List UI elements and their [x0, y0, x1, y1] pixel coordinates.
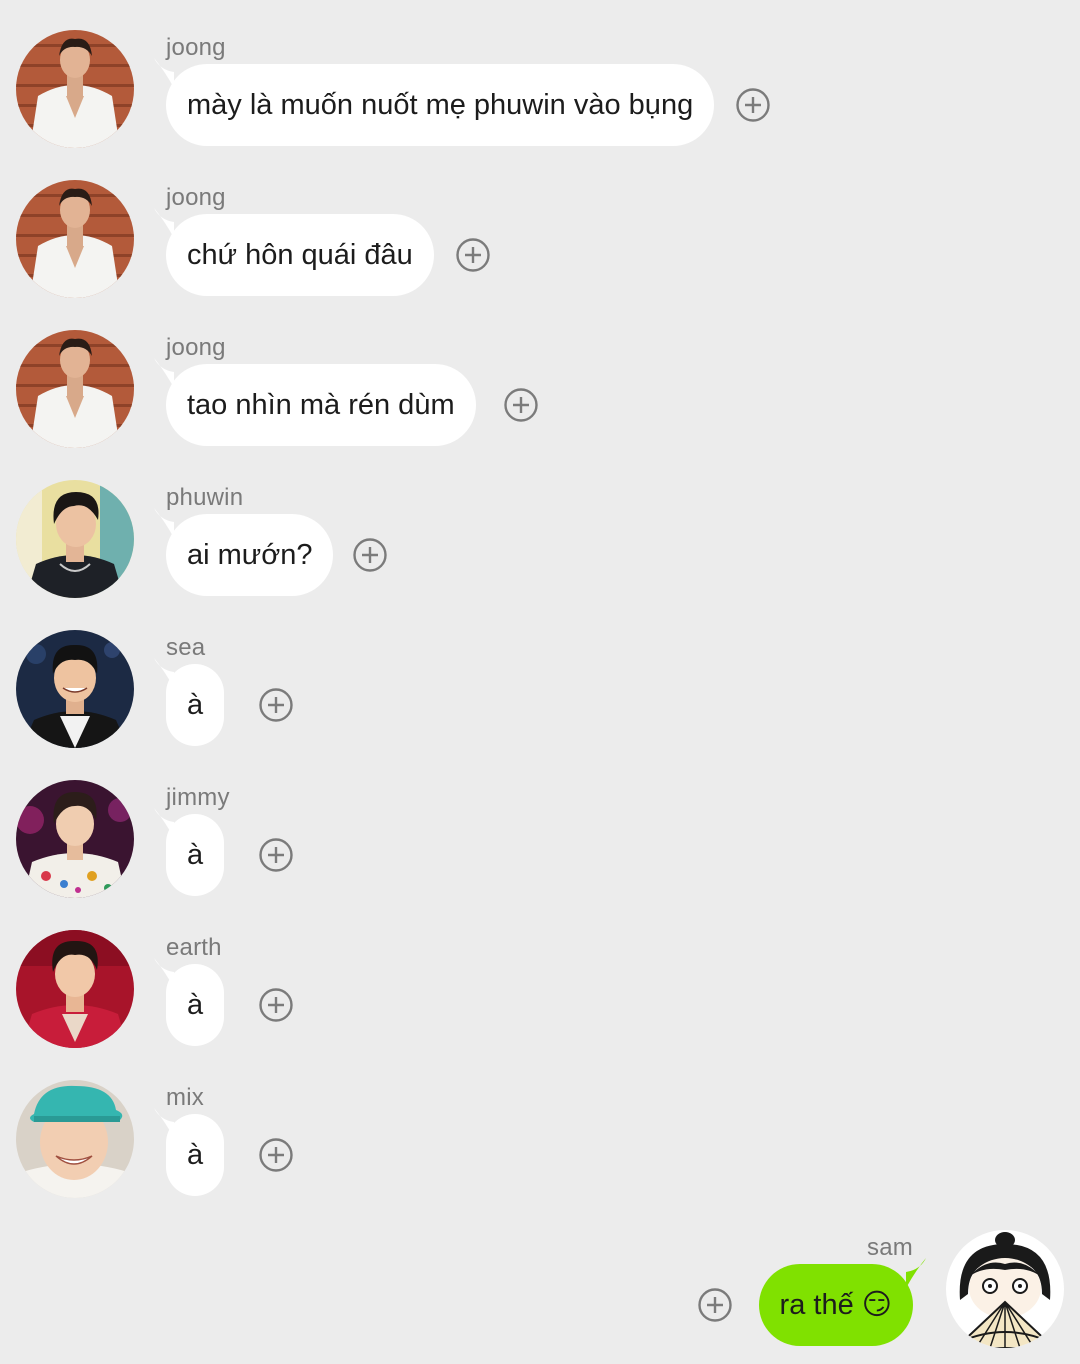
message-row: sea à — [0, 600, 1080, 750]
message-row: phuwin ai mướn? — [0, 450, 1080, 600]
own-message-row: sam ra thế 😏 — [0, 1200, 1080, 1350]
add-reaction-icon[interactable] — [259, 838, 293, 872]
message-row: mix à — [0, 1050, 1080, 1200]
sender-name: joong — [166, 34, 226, 61]
avatar-jimmy[interactable] — [16, 780, 134, 898]
add-reaction-icon[interactable] — [736, 88, 770, 122]
add-reaction-icon[interactable] — [259, 1138, 293, 1172]
sender-name: earth — [166, 934, 222, 961]
avatar-joong[interactable] — [16, 180, 134, 298]
message-bubble[interactable]: tao nhìn mà rén dùm — [166, 364, 476, 446]
avatar-sam[interactable] — [946, 1230, 1064, 1348]
sender-name: joong — [166, 184, 226, 211]
sender-name: joong — [166, 334, 226, 361]
bubble-tail — [154, 508, 174, 538]
message-bubble[interactable]: à — [166, 814, 225, 896]
add-reaction-icon[interactable] — [456, 238, 490, 272]
avatar-joong[interactable] — [16, 330, 134, 448]
add-reaction-icon[interactable] — [504, 388, 538, 422]
bubble-tail — [906, 1258, 926, 1288]
message-bubble[interactable]: ai mướn? — [166, 514, 334, 596]
avatar-earth[interactable] — [16, 930, 134, 1048]
bubble-tail — [154, 58, 174, 88]
avatar-phuwin[interactable] — [16, 480, 134, 598]
message-row: joong tao nhìn mà rén dùm — [0, 300, 1080, 450]
add-reaction-icon[interactable] — [698, 1288, 732, 1322]
message-bubble[interactable]: chứ hôn quái đâu — [166, 214, 434, 296]
avatar-joong[interactable] — [16, 30, 134, 148]
message-row: jimmy à — [0, 750, 1080, 900]
avatar-sea[interactable] — [16, 630, 134, 748]
message-row: earth à — [0, 900, 1080, 1050]
message-bubble[interactable]: à — [166, 1114, 225, 1196]
avatar-mix[interactable] — [16, 1080, 134, 1198]
sender-name: jimmy — [166, 784, 230, 811]
own-message-bubble[interactable]: ra thế 😏 — [758, 1264, 913, 1346]
bubble-tail — [154, 358, 174, 388]
add-reaction-icon[interactable] — [259, 688, 293, 722]
message-row: joong chứ hôn quái đâu — [0, 150, 1080, 300]
message-bubble[interactable]: mày là muốn nuốt mẹ phuwin vào bụng — [166, 64, 715, 146]
bubble-tail — [154, 208, 174, 238]
message-bubble[interactable]: à — [166, 664, 225, 746]
add-reaction-icon[interactable] — [353, 538, 387, 572]
message-bubble[interactable]: à — [166, 964, 225, 1046]
message-row: joong mày là muốn nuốt mẹ phuwin vào bụn… — [0, 0, 1080, 150]
sender-name: phuwin — [166, 484, 244, 511]
add-reaction-icon[interactable] — [259, 988, 293, 1022]
